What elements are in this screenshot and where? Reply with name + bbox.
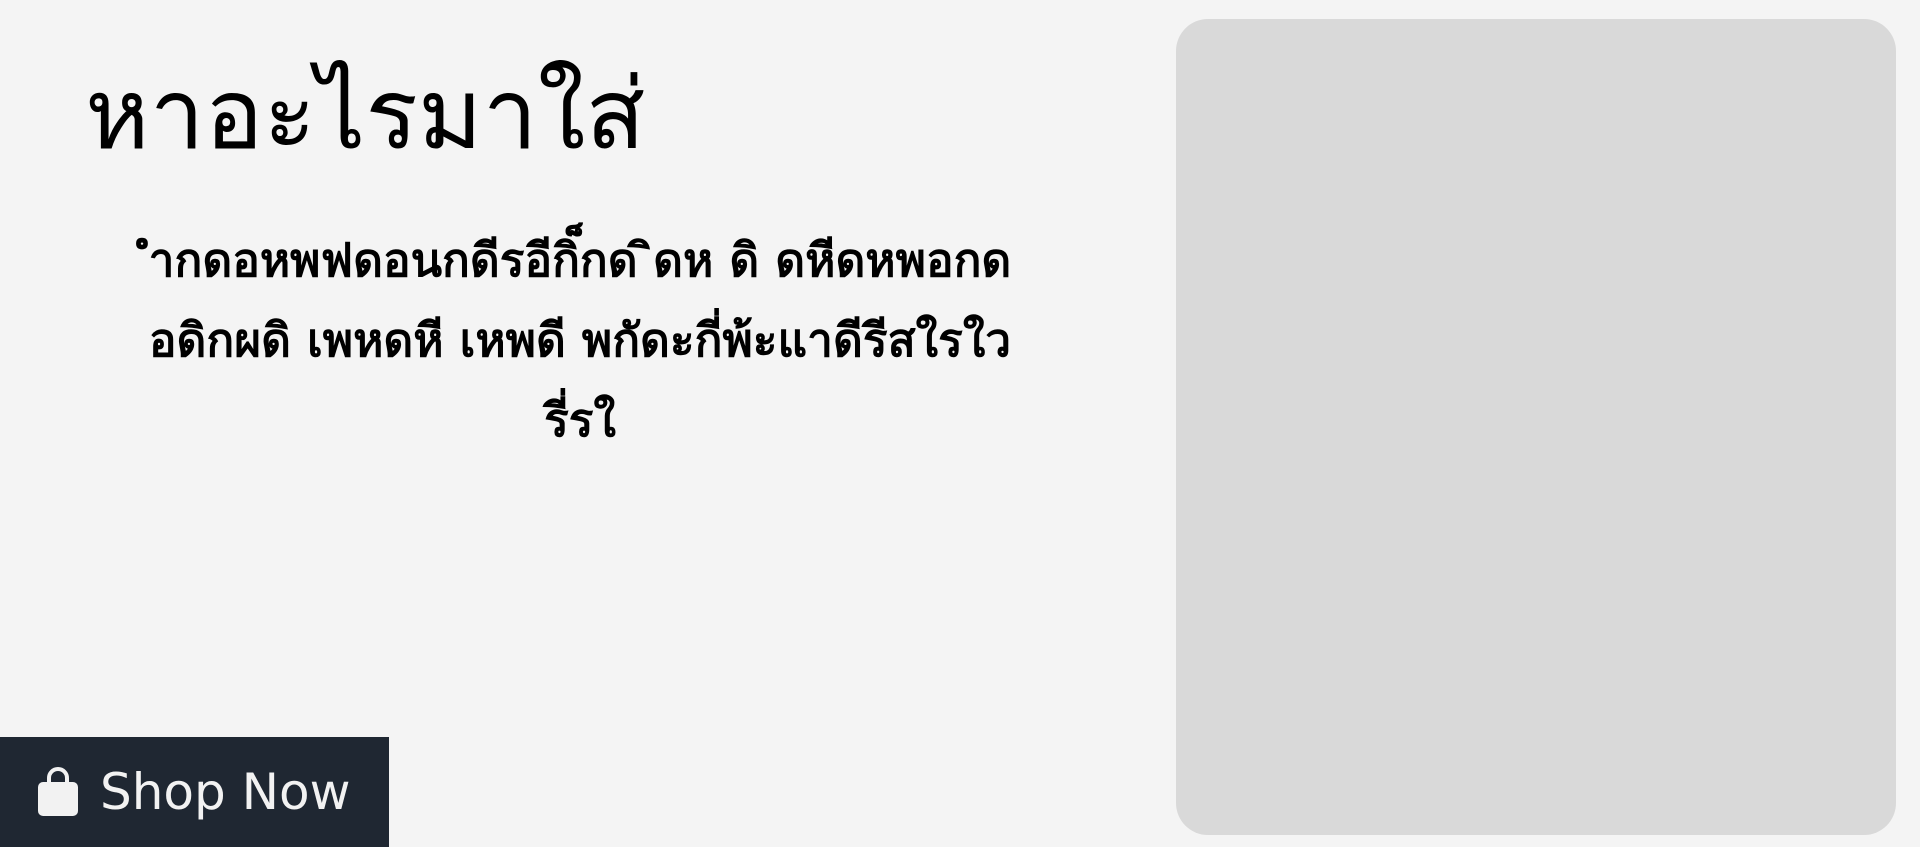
shop-now-label: Shop Now: [100, 763, 351, 821]
shopping-bag-icon: [38, 767, 78, 816]
shop-now-button[interactable]: Shop Now: [0, 737, 389, 847]
hero-title: หาอะไรมาใส่: [85, 58, 646, 172]
hero-description: ำกดอหพฟดอนกดีรอีกิ็กด ิดห ดิ ดหีดหพอกดอด…: [148, 233, 1012, 447]
hero-text-section: หาอะไรมาใส่ ำกดอหพฟดอนกดีรอีกิ็กด ิดห ดิ…: [0, 0, 1150, 847]
hero-image-placeholder: [1176, 19, 1896, 835]
